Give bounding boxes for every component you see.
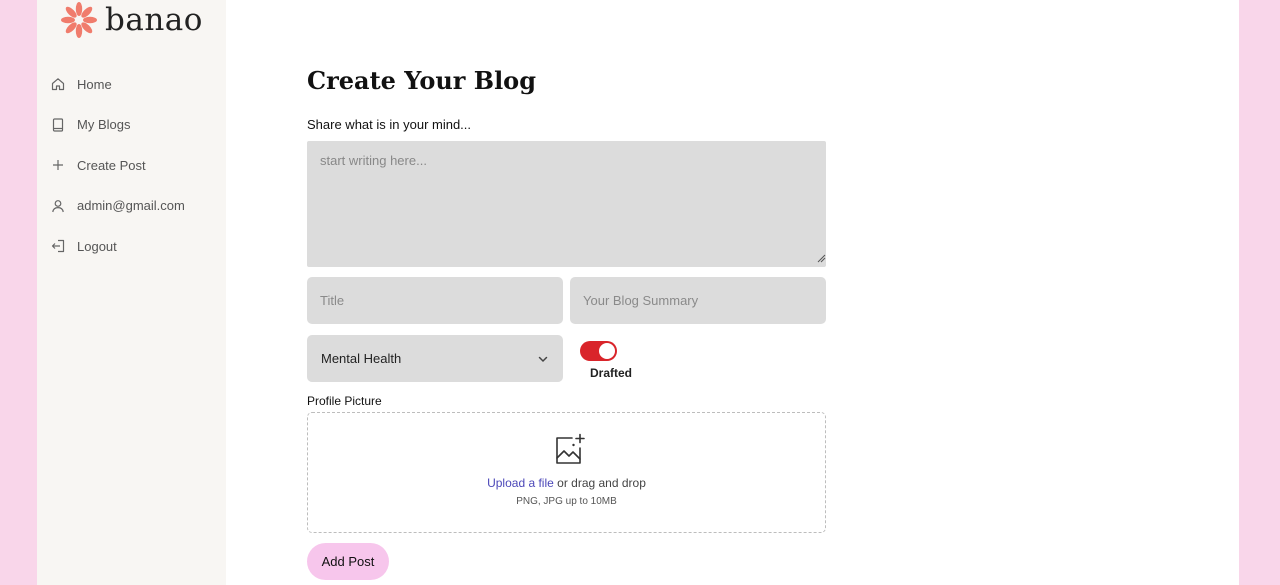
resize-handle-icon[interactable] <box>816 253 826 263</box>
sidebar-item-label: Home <box>77 76 112 92</box>
sidebar-item-home[interactable]: Home <box>37 64 226 105</box>
sidebar-item-label: Logout <box>77 238 117 254</box>
sidebar-item-create-post[interactable]: Create Post <box>37 145 226 186</box>
sidebar-nav: Home My Blogs Create Post admin@gmail.co… <box>37 64 226 267</box>
upload-label: Profile Picture <box>307 394 382 408</box>
sidebar-item-my-blogs[interactable]: My Blogs <box>37 105 226 146</box>
sidebar-item-label: admin@gmail.com <box>77 198 185 214</box>
brand-name: banao <box>105 2 203 38</box>
sidebar-item-label: Create Post <box>77 157 146 173</box>
add-image-icon <box>556 433 585 464</box>
draft-status-label: Drafted <box>590 366 633 380</box>
user-icon <box>51 199 65 213</box>
add-post-button[interactable]: Add Post <box>307 543 389 580</box>
sidebar-item-logout[interactable]: Logout <box>37 226 226 267</box>
plus-icon <box>51 158 65 172</box>
file-dropzone[interactable]: Upload a file or drag and drop PNG, JPG … <box>307 412 826 533</box>
logout-icon <box>51 239 65 253</box>
home-icon <box>51 77 65 91</box>
category-select-value: Mental Health <box>321 351 402 366</box>
summary-input[interactable] <box>570 277 826 324</box>
sidebar: banao Home My Blogs Create Post admin@gm… <box>37 0 226 585</box>
draft-status-toggle[interactable] <box>580 341 617 361</box>
upload-file-link[interactable]: Upload a file <box>487 476 554 490</box>
upload-hint: PNG, JPG up to 10MB <box>516 496 617 507</box>
chevron-down-icon <box>538 356 548 362</box>
title-input[interactable] <box>307 277 563 324</box>
upload-drag-text: or drag and drop <box>557 476 646 490</box>
sidebar-item-account[interactable]: admin@gmail.com <box>37 186 226 227</box>
page-title: Create Your Blog <box>307 66 536 95</box>
app-window: banao Home My Blogs Create Post admin@gm… <box>37 0 1239 585</box>
toggle-knob <box>599 343 615 359</box>
sidebar-item-label: My Blogs <box>77 117 131 133</box>
content-label: Share what is in your mind... <box>307 117 472 132</box>
category-select[interactable]: Mental Health <box>307 335 563 382</box>
flower-logo-icon <box>61 2 97 38</box>
book-icon <box>51 118 65 132</box>
brand-logo[interactable]: banao <box>59 0 203 42</box>
blog-content-textarea[interactable] <box>307 141 826 267</box>
upload-instructions: Upload a file or drag and drop <box>308 476 825 490</box>
